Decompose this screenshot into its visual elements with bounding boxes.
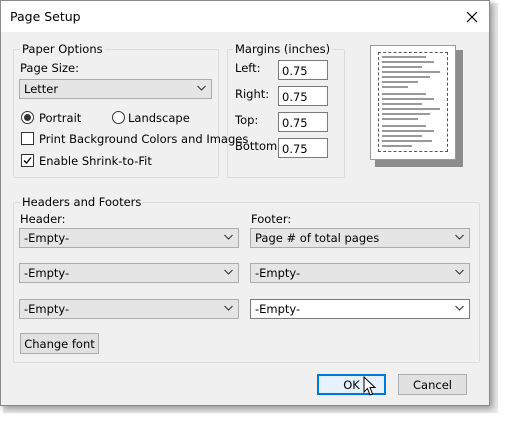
preview-text-line <box>382 81 418 83</box>
title-bar: Page Setup <box>1 1 489 32</box>
header-select-1-value: -Empty- <box>24 231 70 245</box>
chevron-down-icon <box>224 234 233 240</box>
portrait-radio[interactable] <box>21 111 34 124</box>
page-preview <box>370 45 456 160</box>
margins-label: Margins (inches) <box>233 42 333 56</box>
header-select-2[interactable]: -Empty- <box>19 263 239 283</box>
preview-text-line <box>382 140 432 142</box>
bottom-margin-input[interactable]: 0.75 <box>278 138 328 158</box>
mouse-pointer-icon <box>363 376 377 396</box>
preview-text-line <box>382 135 422 137</box>
print-background-label[interactable]: Print Background Colors and Images <box>39 132 248 146</box>
preview-text-line <box>382 93 426 95</box>
preview-text-line <box>382 86 408 88</box>
bottom-margin-label: Bottom: <box>235 139 282 153</box>
preview-text-line <box>382 145 412 147</box>
chevron-down-icon <box>455 234 464 240</box>
footer-select-3[interactable]: -Empty- <box>250 299 470 319</box>
preview-text-line <box>382 125 426 127</box>
preview-text-line <box>382 113 430 115</box>
window-title: Page Setup <box>10 9 81 24</box>
footer-select-2[interactable]: -Empty- <box>250 263 470 283</box>
cancel-button[interactable]: Cancel <box>398 374 467 395</box>
chevron-down-icon <box>224 269 233 275</box>
preview-text-line <box>382 76 430 78</box>
change-font-button[interactable]: Change font <box>20 333 99 354</box>
footer-select-2-value: -Empty- <box>255 266 301 280</box>
chevron-down-icon <box>455 269 464 275</box>
preview-text-line <box>382 66 422 68</box>
top-margin-input[interactable]: 0.75 <box>278 112 328 132</box>
preview-text-line <box>382 71 440 73</box>
chevron-down-icon <box>224 305 233 311</box>
header-select-2-value: -Empty- <box>24 266 70 280</box>
print-background-checkbox[interactable] <box>21 132 34 145</box>
chevron-down-icon <box>197 85 206 91</box>
landscape-label[interactable]: Landscape <box>128 111 190 125</box>
footer-select-1[interactable]: Page # of total pages <box>250 228 470 248</box>
footer-select-1-value: Page # of total pages <box>255 231 380 245</box>
page-preview-margins <box>378 52 448 152</box>
paper-options-label: Paper Options <box>20 42 105 56</box>
preview-text-line <box>382 108 440 110</box>
preview-text-line <box>382 130 434 132</box>
close-button[interactable] <box>455 1 489 32</box>
close-icon <box>466 11 478 22</box>
top-margin-label: Top: <box>235 113 259 127</box>
landscape-radio[interactable] <box>112 111 125 124</box>
right-margin-input[interactable]: 0.75 <box>278 86 328 106</box>
page-size-label: Page Size: <box>20 61 79 75</box>
left-margin-label: Left: <box>235 61 261 75</box>
footer-select-3-value: -Empty- <box>255 302 301 316</box>
page-size-select[interactable]: Letter <box>19 79 212 99</box>
header-select-1[interactable]: -Empty- <box>19 228 239 248</box>
preview-text-line <box>382 61 434 63</box>
preview-text-line <box>382 118 418 120</box>
page-size-value: Letter <box>24 82 59 96</box>
portrait-label[interactable]: Portrait <box>39 111 81 125</box>
header-label: Header: <box>20 212 66 226</box>
page-setup-dialog: Page Setup Paper Options Page Size: Lett… <box>0 0 490 406</box>
preview-text-line <box>382 56 426 58</box>
radio-selected-dot <box>24 114 31 121</box>
shrink-to-fit-label[interactable]: Enable Shrink-to-Fit <box>39 154 152 168</box>
right-margin-label: Right: <box>235 87 270 101</box>
header-select-3-value: -Empty- <box>24 302 70 316</box>
header-select-3[interactable]: -Empty- <box>19 299 239 319</box>
preview-text-line <box>382 103 422 105</box>
preview-text-line <box>382 98 434 100</box>
shrink-to-fit-checkbox[interactable] <box>21 154 34 167</box>
checkmark-icon <box>23 157 32 164</box>
left-margin-input[interactable]: 0.75 <box>278 60 328 80</box>
headers-footers-label: Headers and Footers <box>20 195 144 209</box>
footer-label: Footer: <box>251 212 292 226</box>
chevron-down-icon <box>455 305 464 311</box>
